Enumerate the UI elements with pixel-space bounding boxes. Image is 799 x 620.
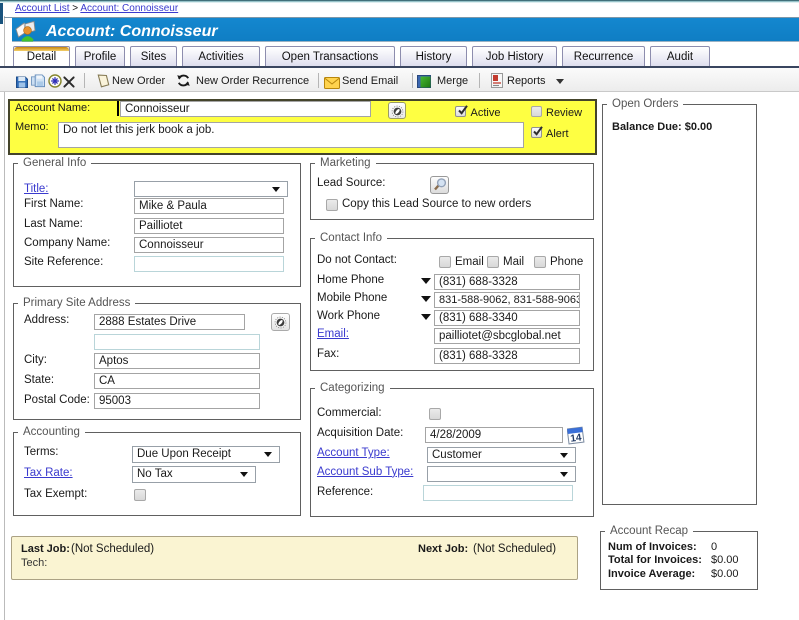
svg-text:14: 14 <box>570 432 583 444</box>
